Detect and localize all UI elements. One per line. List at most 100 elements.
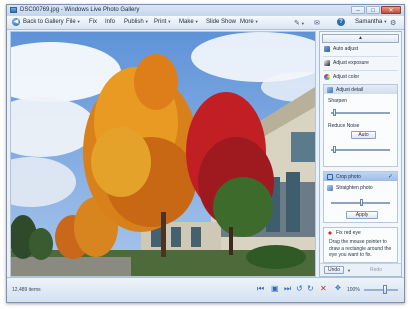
- menu-fix-label: Fix: [89, 19, 97, 25]
- menu-publish[interactable]: Publish▼: [124, 19, 149, 25]
- autumn-trees-photo: [11, 32, 315, 276]
- app-icon: [10, 7, 17, 13]
- menu-print[interactable]: Print▼: [154, 19, 171, 25]
- command-bar: ◀ Back to Gallery File▼ Fix Info Publish…: [7, 16, 404, 30]
- chevron-down-icon[interactable]: ▼: [347, 268, 351, 273]
- app-window: DSC00769.jpg - Windows Live Photo Galler…: [6, 4, 405, 303]
- noise-slider-thumb[interactable]: [332, 146, 336, 153]
- menu-print-label: Print: [154, 19, 167, 25]
- crop-photo-header[interactable]: Crop photo ✓: [324, 172, 397, 181]
- undo-label: Undo: [328, 267, 340, 273]
- fix-red-eye-group: Fix red eye Drag the mouse pointer to dr…: [323, 227, 398, 263]
- straighten-photo-item[interactable]: Straighten photo: [327, 185, 373, 191]
- menu-more[interactable]: More▼: [240, 19, 259, 25]
- redo-button[interactable]: Redo: [370, 267, 382, 273]
- auto-adjust-item[interactable]: Auto adjust: [324, 46, 358, 52]
- straighten-photo-label: Straighten photo: [336, 185, 373, 191]
- zoom-level: 100%: [347, 287, 360, 293]
- sharpen-label: Sharpen: [328, 98, 347, 104]
- chevron-down-icon: ▼: [383, 19, 388, 24]
- rotate-left-icon[interactable]: ↺: [296, 284, 303, 293]
- checkmark-icon: ✓: [387, 174, 393, 180]
- adjust-detail-label: Adjust detail: [336, 86, 364, 93]
- play-slideshow-icon[interactable]: ▣: [271, 284, 279, 293]
- crop-icon: [327, 173, 333, 180]
- adjust-color-item[interactable]: Adjust color: [324, 74, 359, 80]
- user-name: Samantha: [355, 19, 383, 25]
- maximize-button[interactable]: □: [366, 6, 380, 14]
- zoom-slider-track[interactable]: [364, 289, 398, 291]
- menu-publish-label: Publish: [124, 19, 144, 25]
- divider: [323, 70, 398, 71]
- menu-fix[interactable]: Fix: [89, 19, 97, 25]
- pen-icon[interactable]: ✎▼: [294, 19, 305, 27]
- adjust-detail-group: Adjust detail Sharpen Reduce Noise Auto: [323, 84, 398, 167]
- straighten-icon: [327, 185, 333, 191]
- red-eye-instructions: Drag the mouse pointer to draw a rectang…: [329, 239, 392, 258]
- undo-redo-bar: Undo ▼ Redo: [320, 263, 401, 276]
- back-arrow-icon: ◀: [12, 18, 20, 26]
- chevron-down-icon: ▼: [300, 21, 305, 26]
- magic-wand-icon: [324, 46, 330, 52]
- chevron-down-icon: ▼: [254, 19, 259, 24]
- settings-icon[interactable]: ⚙: [390, 19, 396, 27]
- sharpen-slider-thumb[interactable]: [332, 109, 336, 116]
- auto-button[interactable]: Auto: [351, 131, 376, 139]
- chevron-up-icon: ▲: [358, 35, 363, 41]
- redo-label: Redo: [370, 267, 382, 273]
- window-controls: – □ ✕: [351, 6, 401, 14]
- minimize-button[interactable]: –: [351, 6, 365, 14]
- menu-make[interactable]: Make▼: [179, 19, 199, 25]
- menu-more-label: More: [240, 19, 254, 25]
- adjust-color-label: Adjust color: [333, 74, 360, 80]
- next-icon[interactable]: ⏭: [284, 284, 291, 294]
- sharpen-slider-track[interactable]: [331, 112, 390, 114]
- chevron-down-icon: ▼: [76, 19, 81, 24]
- chevron-down-icon: ▼: [144, 19, 149, 24]
- back-to-gallery-button[interactable]: ◀ Back to Gallery: [12, 18, 64, 26]
- adjust-exposure-item[interactable]: Adjust exposure: [324, 60, 369, 66]
- detail-icon: [327, 86, 333, 93]
- color-wheel-icon: [324, 74, 330, 80]
- menu-slideshow-label: Slide Show: [206, 19, 237, 25]
- undo-button[interactable]: Undo: [324, 266, 344, 274]
- email-icon[interactable]: ✉: [314, 19, 320, 27]
- adjust-exposure-label: Adjust exposure: [333, 60, 369, 66]
- fix-red-eye-item[interactable]: Fix red eye: [327, 230, 361, 236]
- close-button[interactable]: ✕: [381, 6, 401, 14]
- auto-adjust-label: Auto adjust: [333, 46, 359, 52]
- crop-photo-group: Crop photo ✓ Straighten photo Apply: [323, 171, 398, 223]
- menu-make-label: Make: [179, 19, 194, 25]
- zoom-fit-icon[interactable]: ✥: [335, 284, 341, 292]
- adjust-detail-header[interactable]: Adjust detail: [324, 85, 397, 94]
- reduce-noise-label: Reduce Noise: [328, 123, 360, 129]
- chevron-down-icon: ▼: [167, 19, 172, 24]
- red-eye-icon: [327, 230, 333, 236]
- panel-collapse-button[interactable]: ▲: [322, 34, 399, 43]
- user-menu[interactable]: Samantha▼: [355, 19, 387, 25]
- help-icon[interactable]: ?: [337, 18, 345, 26]
- divider: [323, 56, 398, 57]
- delete-icon[interactable]: ✕: [320, 284, 327, 293]
- menu-info[interactable]: Info: [105, 19, 115, 25]
- rotate-right-icon[interactable]: ↻: [307, 284, 314, 293]
- straighten-slider-thumb[interactable]: [360, 199, 363, 206]
- fix-red-eye-label: Fix red eye: [336, 230, 361, 236]
- previous-icon[interactable]: ⏮: [257, 284, 264, 294]
- menu-slideshow[interactable]: Slide Show: [206, 19, 236, 25]
- window-title: DSC00769.jpg - Windows Live Photo Galler…: [20, 7, 140, 13]
- back-label: Back to Gallery: [23, 19, 64, 25]
- crop-photo-label: Crop photo: [336, 173, 361, 180]
- apply-button[interactable]: Apply: [346, 211, 378, 219]
- status-bar: 12,489 items ⏮ ▣ ⏭ ↺ ↻ ✕ ✥ 100%: [7, 277, 404, 302]
- menu-info-label: Info: [105, 19, 116, 25]
- photo-viewer[interactable]: [10, 31, 316, 277]
- fix-panel: ▲ Auto adjust Adjust exposure Adjust col…: [319, 31, 402, 277]
- menu-file-label: File: [66, 19, 76, 25]
- zoom-slider-thumb[interactable]: [382, 285, 387, 294]
- menu-file[interactable]: File▼: [66, 19, 81, 25]
- chevron-down-icon: ▼: [194, 19, 199, 24]
- noise-slider-track[interactable]: [331, 149, 390, 151]
- item-count: 12,489 items: [12, 287, 41, 293]
- exposure-icon: [324, 60, 330, 66]
